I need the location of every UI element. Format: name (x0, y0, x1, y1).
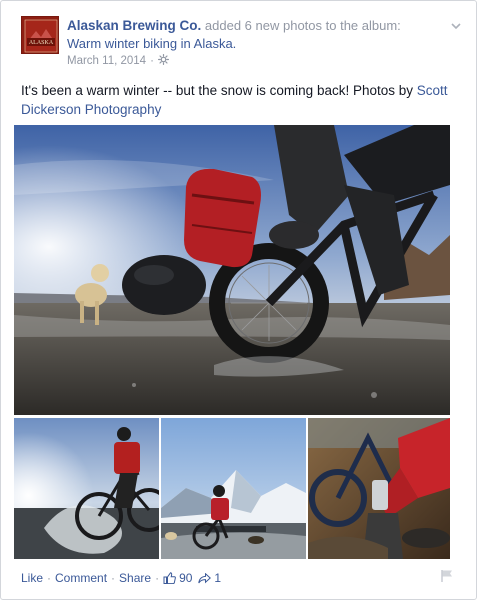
globe-icon[interactable] (157, 54, 169, 68)
thumbs-up-icon (163, 572, 176, 584)
like-count-value: 90 (179, 571, 193, 585)
rider-splash-photo (14, 418, 159, 559)
comment-button[interactable]: Comment (55, 571, 107, 585)
meta-separator: · (150, 55, 154, 67)
album-title-link[interactable]: Warm winter biking in Alaska. (67, 36, 236, 51)
post-actions: Like · Comment · Share · 90 1 (21, 569, 456, 587)
action-separator: · (47, 571, 52, 585)
share-button[interactable]: Share (119, 571, 151, 585)
rider-mountains-photo (161, 418, 306, 559)
page-avatar[interactable]: ALASKA (21, 16, 59, 54)
feed-post-card: ALASKA Alaskan Brewing Co. added 6 new p… (0, 0, 477, 600)
action-separator: · (155, 571, 160, 585)
fat-bike-dog-photo (14, 125, 450, 415)
post-options-chevron-icon[interactable] (450, 19, 462, 31)
post-body-text: It's been a warm winter -- but the snow … (21, 83, 417, 98)
post-date-link[interactable]: March 11, 2014 (67, 55, 146, 67)
like-count[interactable]: 90 (163, 571, 192, 585)
post-body: It's been a warm winter -- but the snow … (21, 81, 458, 119)
post-header: Alaskan Brewing Co. added 6 new photos t… (67, 17, 446, 53)
photo-thumb-1[interactable] (14, 418, 159, 559)
alaskan-logo-icon: ALASKA (22, 17, 58, 53)
like-button[interactable]: Like (21, 571, 43, 585)
share-count-value: 1 (214, 571, 222, 585)
photo-thumb-2[interactable] (161, 418, 306, 559)
photo-thumb-3[interactable] (308, 418, 450, 559)
page-name-link[interactable]: Alaskan Brewing Co. (67, 18, 201, 33)
share-count[interactable]: 1 (198, 571, 221, 585)
post-action-text: added 6 new photos to the album: (204, 18, 401, 33)
post-meta: March 11, 2014 · (67, 54, 169, 68)
photo-main[interactable] (14, 125, 450, 415)
share-arrow-icon (198, 572, 212, 583)
report-flag-icon[interactable] (440, 569, 454, 583)
rider-red-jacket-photo (308, 418, 450, 559)
action-separator: · (111, 571, 116, 585)
svg-text:ALASKA: ALASKA (29, 40, 54, 46)
